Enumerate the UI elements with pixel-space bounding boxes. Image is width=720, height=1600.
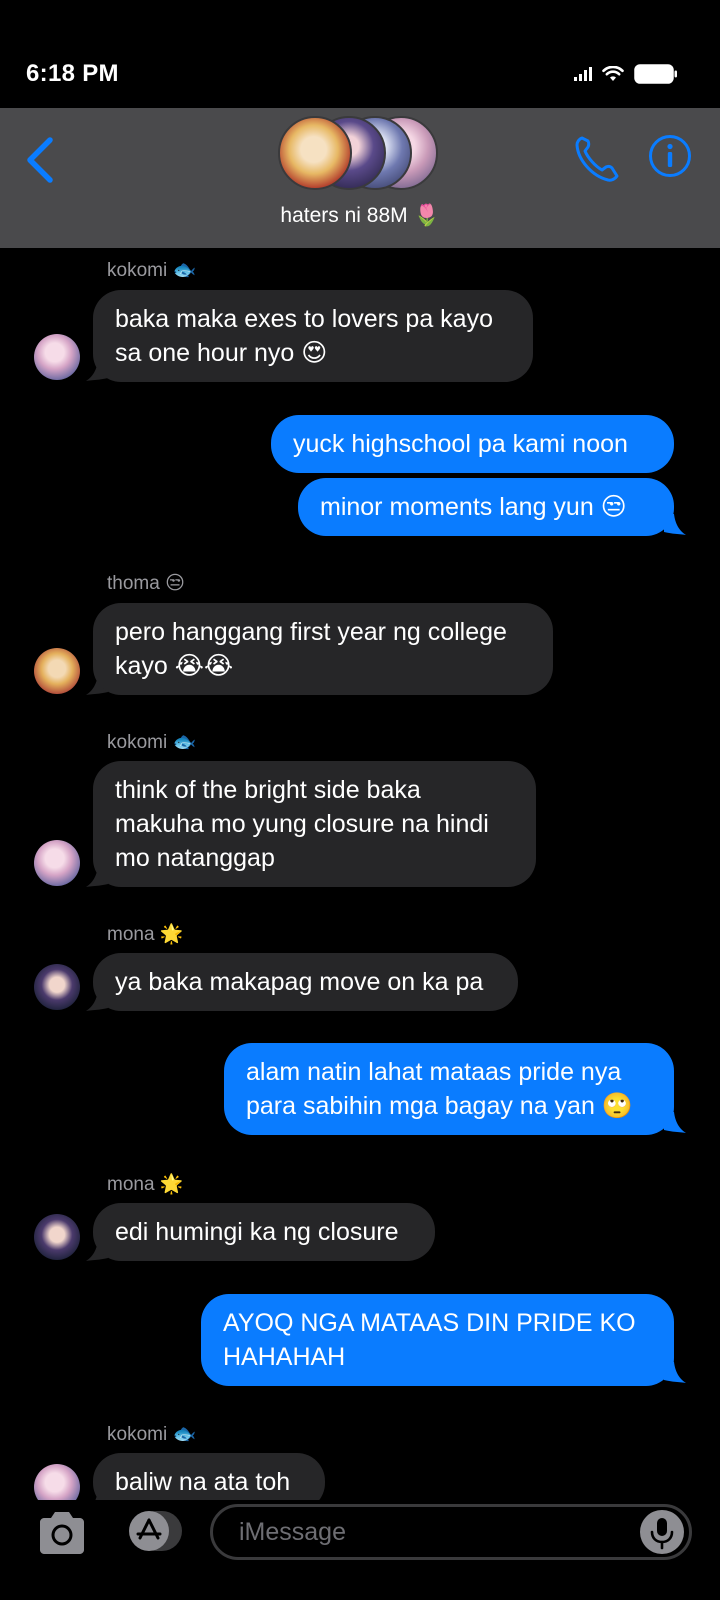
phone-icon[interactable] <box>574 134 620 184</box>
sender-name: thoma 😒 <box>107 573 185 594</box>
status-time: 6:18 PM <box>26 60 119 87</box>
group-name[interactable]: haters ni 88M 🌷 <box>0 204 720 228</box>
message-bubble[interactable]: yuck highschool pa kami noon <box>271 415 674 473</box>
message-bubble[interactable]: ya baka makapag move on ka pa <box>93 953 518 1011</box>
avatar-kokomi[interactable] <box>34 334 80 380</box>
message-input[interactable]: iMessage <box>210 1504 692 1560</box>
input-bar: iMessage <box>0 1500 720 1600</box>
avatar-mona[interactable] <box>34 964 80 1010</box>
camera-icon[interactable] <box>36 1510 88 1556</box>
sender-name: kokomi 🐟 <box>107 260 197 281</box>
avatar-thoma[interactable] <box>34 648 80 694</box>
sender-name: mona 🌟 <box>107 924 184 945</box>
back-chevron-icon[interactable] <box>20 132 60 188</box>
battery-icon <box>634 64 677 84</box>
sender-name: kokomi 🐟 <box>107 732 197 753</box>
app-store-icon[interactable] <box>122 1510 184 1552</box>
group-avatar-1 <box>278 116 352 190</box>
status-bar: 6:18 PM <box>0 0 720 108</box>
sender-name: mona 🌟 <box>107 1174 184 1195</box>
chat-header: haters ni 88M 🌷 <box>0 108 720 248</box>
status-icons <box>574 64 678 84</box>
messages-screen: 6:18 PM haters ni 88M 🌷 kokomi 🐟 baka ma… <box>0 0 720 1600</box>
info-icon[interactable] <box>648 134 692 178</box>
message-bubble[interactable]: think of the bright side baka makuha mo … <box>93 761 536 887</box>
avatar-kokomi[interactable] <box>34 840 80 886</box>
message-bubble[interactable]: minor moments lang yun 😒 <box>298 478 674 536</box>
message-bubble[interactable]: alam natin lahat mataas pride nya para s… <box>224 1043 674 1135</box>
microphone-button[interactable] <box>640 1510 684 1554</box>
sender-name: kokomi 🐟 <box>107 1424 197 1445</box>
wifi-icon <box>602 66 624 81</box>
group-avatars[interactable] <box>278 112 440 194</box>
message-bubble[interactable]: edi humingi ka ng closure <box>93 1203 435 1261</box>
message-bubble[interactable]: pero hanggang first year ng college kayo… <box>93 603 553 695</box>
microphone-icon <box>650 1518 674 1550</box>
message-bubble[interactable]: baka maka exes to lovers pa kayo sa one … <box>93 290 533 382</box>
avatar-mona[interactable] <box>34 1214 80 1260</box>
cellular-signal-icon <box>574 67 592 81</box>
message-bubble[interactable]: AYOQ NGA MATAAS DIN PRIDE KO HAHAHAH <box>201 1294 674 1386</box>
